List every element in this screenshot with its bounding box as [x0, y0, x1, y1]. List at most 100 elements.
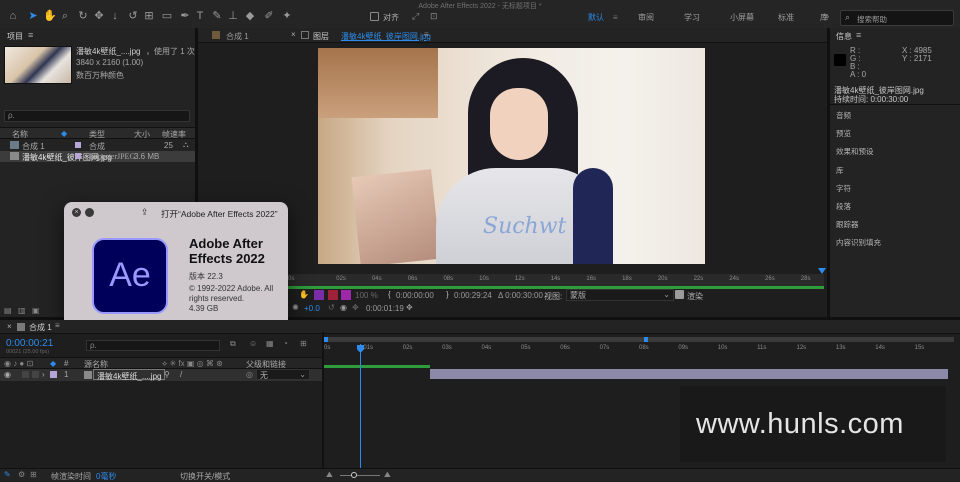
toggle-switches-modes[interactable]: 切换开关/模式	[180, 471, 230, 482]
anchor-tool-icon[interactable]: ⊞	[142, 9, 156, 23]
new-folder-icon[interactable]: ▥	[18, 306, 26, 315]
workspace-small-screen[interactable]: 小屏幕	[718, 8, 766, 26]
workspace-menu-icon[interactable]: ≡	[613, 13, 618, 22]
hand-icon[interactable]: ✋	[299, 290, 309, 299]
pen-tool-icon[interactable]: ✒	[178, 9, 192, 23]
navigator-end[interactable]	[644, 337, 648, 342]
render-time-icon[interactable]: ✎	[4, 470, 11, 479]
label-tag-icon[interactable]: ◆	[50, 359, 56, 368]
out-point-icon[interactable]: }	[446, 290, 449, 299]
view-select[interactable]: 蒙版 ⌄	[566, 289, 674, 301]
collapse-switch-icon[interactable]: ⚲	[164, 370, 170, 379]
show-snapshot-icon[interactable]: ✥	[352, 303, 359, 312]
panel-audio[interactable]: 音频	[836, 110, 851, 121]
panel-content-aware-fill[interactable]: 内容识别填充	[836, 237, 881, 248]
lock-toggle[interactable]	[32, 371, 39, 378]
workspace-more-icon[interactable]: »	[824, 11, 829, 21]
footage-image[interactable]: Suchwt	[318, 48, 705, 264]
eye-icon[interactable]: ◉	[4, 370, 11, 379]
layer-time-ruler[interactable]: 0s 02s 04s 06s 08s 10s 12s 14s 16s 18s 20s 22s 24s 26…	[288, 274, 824, 286]
lock-icon[interactable]	[301, 31, 309, 39]
tab-layer-prefix[interactable]: 图层	[313, 31, 329, 42]
column-size[interactable]: 大小	[134, 129, 150, 140]
rotation-tool-icon[interactable]: ↺	[126, 9, 140, 23]
clone-stamp-icon[interactable]: ⊥	[226, 9, 240, 23]
label-tag-icon[interactable]: ◆	[61, 129, 67, 138]
panel-libraries[interactable]: 库	[836, 165, 844, 176]
new-composition-icon[interactable]: ▣	[32, 306, 40, 315]
tab-composition[interactable]: 合成 1	[226, 31, 249, 42]
column-name[interactable]: 名称	[12, 129, 28, 140]
project-row[interactable]: 潘敏4k壁纸_彼岸图网.jpg ImporterJPEG 3.6 MB	[0, 151, 195, 162]
tab-layer-name[interactable]: 潘敏4k壁纸_彼岸图网.jpg	[341, 31, 431, 42]
navigator-start[interactable]	[324, 337, 328, 342]
close-icon[interactable]: ×	[72, 208, 81, 217]
frame-blending-icon[interactable]: ▦	[266, 339, 274, 348]
mask-tool-icon[interactable]: ▭	[160, 9, 174, 23]
timeline-ruler[interactable]: 0s 01s 02s 03s 04s 05s 06s 07s 08s 09s 10s 11s 12s 13…	[324, 344, 954, 356]
project-row[interactable]: 合成 1 合成 25 ⛬	[0, 140, 195, 151]
panel-preview[interactable]: 预览	[836, 128, 851, 139]
color-channel-icon[interactable]	[341, 290, 351, 300]
pick-whip-icon[interactable]: ◎	[246, 370, 253, 379]
transfer-controls-icon[interactable]: ⊞	[30, 470, 37, 479]
panel-character[interactable]: 字符	[836, 183, 851, 194]
zoom-in-icon[interactable]: ⛰	[384, 470, 391, 480]
marker-icon[interactable]: ✥	[406, 303, 413, 312]
work-area-navigator[interactable]	[324, 337, 954, 342]
render-checkbox[interactable]	[675, 290, 684, 299]
exposure-icon[interactable]: ✺	[292, 303, 299, 312]
playhead-line[interactable]	[360, 344, 361, 481]
solo-toggle[interactable]	[22, 371, 29, 378]
panel-effects-presets[interactable]: 效果和预设	[836, 146, 874, 157]
pan-camera-icon[interactable]: ✥	[92, 9, 106, 23]
in-point-icon[interactable]: {	[388, 290, 391, 299]
workspace-learn[interactable]: 学习	[672, 8, 712, 26]
workspace-default[interactable]: 默认	[576, 8, 616, 26]
brush-tool-icon[interactable]: ✎	[210, 9, 224, 23]
roto-brush-icon[interactable]: ✐	[262, 9, 276, 23]
type-tool-icon[interactable]: T	[193, 9, 207, 23]
zoom-out-icon[interactable]: ⛰	[326, 470, 333, 480]
column-type[interactable]: 类型	[89, 129, 105, 140]
parent-select[interactable]: 无 ⌄	[256, 369, 310, 380]
minimize-icon[interactable]	[85, 208, 94, 217]
work-area-bar[interactable]	[288, 286, 824, 289]
end-time[interactable]: 0:00:29:24	[454, 291, 492, 300]
close-icon[interactable]: ×	[7, 322, 12, 331]
dolly-camera-icon[interactable]: ↓	[108, 9, 122, 23]
info-menu-icon[interactable]: ≡	[856, 30, 861, 40]
snap-checkbox[interactable]	[370, 12, 379, 21]
expand-chevron-icon[interactable]: ›	[42, 370, 45, 379]
workspace-standard[interactable]: 标准	[766, 8, 806, 26]
timeline-search-input[interactable]: ρ.	[86, 340, 220, 351]
exposure-value[interactable]: +0.0	[304, 304, 320, 313]
eraser-tool-icon[interactable]: ◆	[243, 9, 257, 23]
home-icon[interactable]: ⌂	[6, 9, 20, 23]
layer-number-header[interactable]: #	[64, 359, 68, 368]
column-fps[interactable]: 帧速率	[162, 129, 186, 140]
zoom-level[interactable]: 100 %	[355, 291, 378, 300]
timecode[interactable]: 0:00:00:21	[6, 338, 53, 349]
alpha-channel-icon[interactable]	[328, 290, 338, 300]
graph-editor-icon[interactable]: ⊞	[300, 339, 307, 348]
shy-layers-icon[interactable]: ☺	[249, 339, 257, 348]
layer-switches-icon[interactable]: ⚙	[18, 470, 25, 479]
start-time[interactable]: 0:00:00:00	[396, 291, 434, 300]
interpret-footage-icon[interactable]: ▤	[4, 306, 12, 315]
label-color-swatch[interactable]	[50, 371, 57, 378]
zoom-slider[interactable]	[340, 475, 380, 476]
quality-switch-icon[interactable]: /	[180, 370, 182, 379]
close-icon[interactable]: ×	[291, 30, 296, 39]
hand-tool-icon[interactable]: ✋	[43, 9, 57, 23]
zoom-tool-icon[interactable]: ⌕	[58, 9, 72, 23]
project-menu-icon[interactable]: ≡	[28, 30, 33, 40]
workspace-review[interactable]: 审阅	[626, 8, 666, 26]
flowchart-icon[interactable]: ⛬	[183, 140, 189, 150]
share-icon[interactable]: ⇪	[141, 207, 149, 218]
panel-paragraph[interactable]: 段落	[836, 201, 851, 212]
tab-menu-icon[interactable]: ≡	[424, 30, 429, 39]
zoom-slider-thumb[interactable]	[351, 472, 357, 478]
layer-duration-bar[interactable]	[430, 369, 948, 379]
snap-mode-icon[interactable]: ⊡	[430, 11, 438, 22]
